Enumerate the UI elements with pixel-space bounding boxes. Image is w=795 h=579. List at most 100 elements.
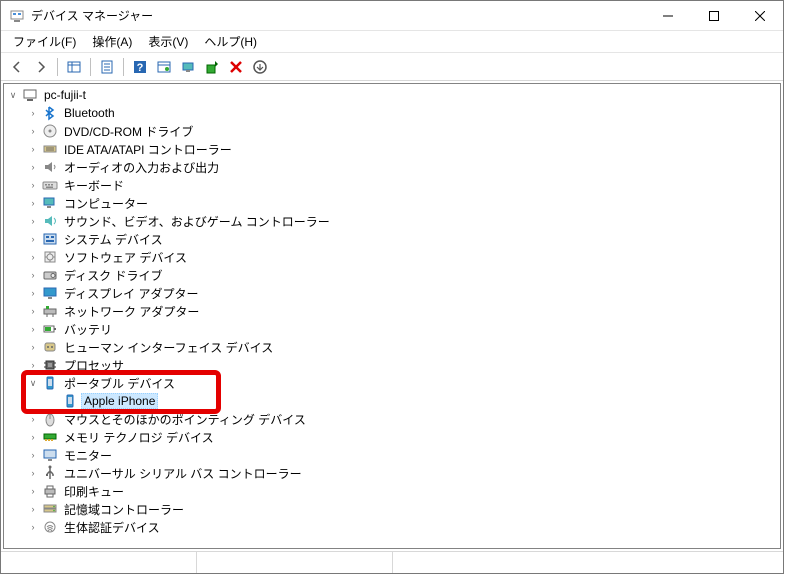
tree-category-label: プロセッサ bbox=[61, 356, 127, 375]
show-hide-button[interactable] bbox=[63, 56, 85, 78]
refresh-button[interactable] bbox=[153, 56, 175, 78]
expand-icon[interactable]: › bbox=[26, 466, 40, 480]
expand-icon[interactable]: › bbox=[26, 430, 40, 444]
sound-icon bbox=[42, 213, 58, 229]
expand-icon[interactable]: › bbox=[26, 520, 40, 534]
uninstall-button[interactable] bbox=[225, 56, 247, 78]
expand-icon[interactable]: › bbox=[26, 448, 40, 462]
expand-icon[interactable]: › bbox=[26, 250, 40, 264]
tree-category-label: ユニバーサル シリアル バス コントローラー bbox=[61, 464, 305, 483]
tree-category[interactable]: › ヒューマン インターフェイス デバイス bbox=[26, 338, 780, 356]
printer-icon bbox=[42, 483, 58, 499]
expand-icon[interactable]: › bbox=[26, 412, 40, 426]
tree-category[interactable]: › プロセッサ bbox=[26, 356, 780, 374]
portable-icon bbox=[42, 375, 58, 391]
tree-category[interactable]: ›メモリ テクノロジ デバイス bbox=[26, 428, 780, 446]
tree-category[interactable]: ›コンピューター bbox=[26, 194, 780, 212]
tree-category-label: ディスプレイ アダプター bbox=[61, 284, 202, 303]
close-button[interactable] bbox=[737, 1, 783, 31]
help-button[interactable]: ? bbox=[129, 56, 151, 78]
tree-category-label: ヒューマン インターフェイス デバイス bbox=[61, 338, 276, 357]
expand-icon[interactable]: › bbox=[26, 286, 40, 300]
tree-category[interactable]: ›オーディオの入力および出力 bbox=[26, 158, 780, 176]
disk-icon bbox=[42, 267, 58, 283]
expand-icon[interactable]: › bbox=[26, 322, 40, 336]
tree-root-label: pc-fujii-t bbox=[41, 87, 89, 103]
expand-icon[interactable]: › bbox=[26, 214, 40, 228]
properties-button[interactable] bbox=[96, 56, 118, 78]
tree-category[interactable]: ›生体認証デバイス bbox=[26, 518, 780, 536]
titlebar: デバイス マネージャー bbox=[1, 1, 783, 31]
tree-category[interactable]: ›DVD/CD-ROM ドライブ bbox=[26, 122, 780, 140]
update-driver-button[interactable] bbox=[201, 56, 223, 78]
expand-icon[interactable]: › bbox=[26, 196, 40, 210]
tree-category-label: 印刷キュー bbox=[61, 482, 127, 501]
tree-category[interactable]: › ディスク ドライブ bbox=[26, 266, 780, 284]
expand-icon[interactable]: › bbox=[26, 142, 40, 156]
tree-category-label: 記憶域コントローラー bbox=[61, 500, 187, 519]
tree-category-label: サウンド、ビデオ、およびゲーム コントローラー bbox=[61, 212, 333, 231]
tree-category[interactable]: › ユニバーサル シリアル バス コントローラー bbox=[26, 464, 780, 482]
expand-icon[interactable]: ∨ bbox=[6, 88, 20, 102]
computer-icon bbox=[42, 195, 58, 211]
expand-icon[interactable]: › bbox=[26, 484, 40, 498]
expand-icon[interactable]: › bbox=[26, 340, 40, 354]
tree-category-label: Bluetooth bbox=[61, 105, 118, 121]
ide-icon bbox=[42, 141, 58, 157]
tree-category-label: ポータブル デバイス bbox=[61, 374, 178, 393]
tree-category[interactable]: › サウンド、ビデオ、およびゲーム コントローラー bbox=[26, 212, 780, 230]
tree-category[interactable]: ›IDE ATA/ATAPI コントローラー bbox=[26, 140, 780, 158]
back-button[interactable] bbox=[6, 56, 28, 78]
maximize-button[interactable] bbox=[691, 1, 737, 31]
biometric-icon bbox=[42, 519, 58, 535]
tree-category[interactable]: › ディスプレイ アダプター bbox=[26, 284, 780, 302]
svg-text:?: ? bbox=[137, 62, 144, 74]
portable-icon bbox=[62, 393, 78, 409]
display-icon bbox=[42, 285, 58, 301]
expand-icon[interactable]: › bbox=[26, 268, 40, 282]
tree-category[interactable]: ›システム デバイス bbox=[26, 230, 780, 248]
expand-icon[interactable]: › bbox=[26, 178, 40, 192]
spacer bbox=[46, 394, 60, 408]
forward-button[interactable] bbox=[30, 56, 52, 78]
expand-icon[interactable]: › bbox=[26, 232, 40, 246]
tree-category[interactable]: › 記憶域コントローラー bbox=[26, 500, 780, 518]
bluetooth-icon bbox=[42, 105, 58, 121]
tree-category[interactable]: › マウスとそのほかのポインティング デバイス bbox=[26, 410, 780, 428]
enable-button[interactable] bbox=[249, 56, 271, 78]
cpu-icon bbox=[42, 357, 58, 373]
menubar: ファイル(F) 操作(A) 表示(V) ヘルプ(H) bbox=[1, 31, 783, 53]
tree-root-node[interactable]: ∨ pc-fujii-t bbox=[6, 86, 780, 104]
device-tree[interactable]: ∨pc-fujii-t›Bluetooth›DVD/CD-ROM ドライブ›ID… bbox=[3, 83, 781, 549]
menu-file[interactable]: ファイル(F) bbox=[5, 31, 84, 52]
tree-category[interactable]: ›ソフトウェア デバイス bbox=[26, 248, 780, 266]
tree-device[interactable]: Apple iPhone bbox=[46, 392, 780, 410]
expand-icon[interactable]: › bbox=[26, 106, 40, 120]
expand-icon[interactable]: › bbox=[26, 502, 40, 516]
expand-icon[interactable]: › bbox=[26, 358, 40, 372]
menu-help[interactable]: ヘルプ(H) bbox=[196, 31, 265, 52]
expand-icon[interactable]: › bbox=[26, 304, 40, 318]
expand-icon[interactable]: › bbox=[26, 124, 40, 138]
tree-category[interactable]: › バッテリ bbox=[26, 320, 780, 338]
expand-icon[interactable]: ∨ bbox=[26, 376, 40, 390]
toolbar-separator bbox=[123, 58, 124, 76]
tree-category-label: ネットワーク アダプター bbox=[61, 302, 202, 321]
tree-category[interactable]: ∨ ポータブル デバイス bbox=[26, 374, 780, 392]
tree-category[interactable]: › Bluetooth bbox=[26, 104, 780, 122]
tree-category-label: ディスク ドライブ bbox=[61, 266, 166, 285]
expand-icon[interactable]: › bbox=[26, 160, 40, 174]
tree-category[interactable]: › 印刷キュー bbox=[26, 482, 780, 500]
status-cell bbox=[1, 552, 197, 573]
menu-action[interactable]: 操作(A) bbox=[84, 31, 140, 52]
device-manager-window: デバイス マネージャー ファイル(F) 操作(A) 表示(V) ヘルプ(H) bbox=[0, 0, 784, 574]
scan-button[interactable] bbox=[177, 56, 199, 78]
tree-category[interactable]: › ネットワーク アダプター bbox=[26, 302, 780, 320]
tree-category-label: マウスとそのほかのポインティング デバイス bbox=[61, 410, 309, 429]
tree-category-label: バッテリ bbox=[61, 320, 115, 339]
minimize-button[interactable] bbox=[645, 1, 691, 31]
tree-category[interactable]: ›キーボード bbox=[26, 176, 780, 194]
keyboard-icon bbox=[42, 177, 58, 193]
tree-category[interactable]: ›モニター bbox=[26, 446, 780, 464]
menu-view[interactable]: 表示(V) bbox=[140, 31, 196, 52]
